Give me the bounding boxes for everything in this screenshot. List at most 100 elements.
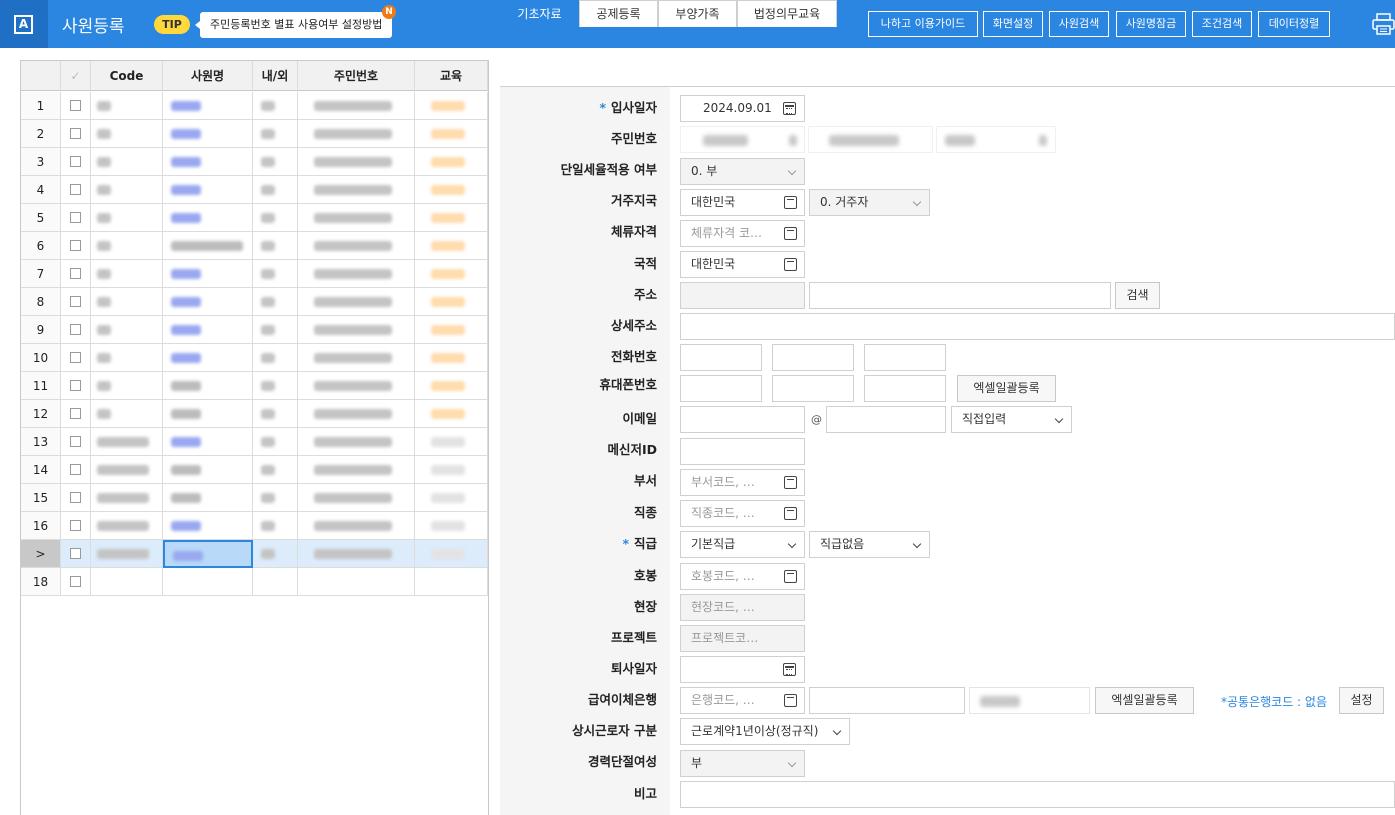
row-checkbox[interactable] [70, 380, 81, 391]
grid-cell[interactable] [298, 176, 415, 204]
email-id-field[interactable] [680, 406, 805, 433]
resident-no-field-3[interactable] [936, 126, 1056, 153]
grid-cell[interactable] [253, 176, 298, 204]
screen-settings-button[interactable]: 화면설정 [983, 11, 1043, 37]
grid-cell[interactable] [415, 232, 488, 260]
grid-cell[interactable] [415, 456, 488, 484]
row-checkbox-cell[interactable] [61, 568, 91, 596]
grid-cell[interactable] [91, 204, 163, 232]
row-checkbox[interactable] [70, 296, 81, 307]
grid-cell[interactable] [91, 428, 163, 456]
phone-field-3[interactable] [864, 344, 946, 371]
grid-cell[interactable] [415, 260, 488, 288]
phone-field-1[interactable] [680, 344, 762, 371]
grid-cell[interactable] [253, 148, 298, 176]
grid-cell[interactable] [415, 400, 488, 428]
grid-cell[interactable] [163, 232, 253, 260]
grid-cell[interactable] [415, 176, 488, 204]
grid-cell[interactable] [415, 484, 488, 512]
career-break-select[interactable]: 부 [680, 750, 805, 777]
grid-cell[interactable] [163, 204, 253, 232]
row-checkbox-cell[interactable] [61, 484, 91, 512]
grid-cell[interactable] [415, 92, 488, 120]
row-checkbox-cell[interactable] [61, 176, 91, 204]
tip-bubble[interactable]: 주민등록번호 별표 사용여부 설정방법 [194, 12, 393, 38]
grid-cell[interactable] [163, 316, 253, 344]
app-logo[interactable]: A [0, 0, 48, 48]
row-checkbox-cell[interactable] [61, 456, 91, 484]
calendar-icon[interactable] [783, 663, 796, 676]
grid-cell[interactable] [298, 120, 415, 148]
row-checkbox[interactable] [70, 324, 81, 335]
grid-cell[interactable] [163, 176, 253, 204]
code-help-icon[interactable] [784, 476, 797, 489]
grid-cell[interactable] [163, 92, 253, 120]
grid-cell[interactable] [91, 540, 163, 568]
grid-cell[interactable] [298, 428, 415, 456]
account-holder-field[interactable] [969, 687, 1090, 714]
grid-cell[interactable] [253, 344, 298, 372]
row-checkbox[interactable] [70, 520, 81, 531]
messenger-field[interactable] [680, 438, 805, 465]
grid-cell[interactable] [91, 92, 163, 120]
row-checkbox[interactable] [70, 548, 81, 559]
user-guide-button[interactable]: 나하고 이용가이드 [868, 11, 978, 37]
column-header-training[interactable]: 교육 [415, 61, 488, 91]
grid-cell[interactable] [163, 456, 253, 484]
grid-cell[interactable] [163, 484, 253, 512]
row-checkbox-cell[interactable] [61, 540, 91, 568]
grid-cell[interactable] [253, 92, 298, 120]
resident-no-field-1[interactable] [680, 126, 805, 153]
grid-cell[interactable] [253, 428, 298, 456]
resign-date-field[interactable] [680, 656, 805, 683]
tip-badge[interactable]: TIP [154, 15, 190, 34]
flat-tax-select[interactable]: 0. 부 [680, 158, 805, 185]
grid-cell[interactable] [298, 344, 415, 372]
grid-cell[interactable] [91, 288, 163, 316]
grid-cell[interactable] [298, 400, 415, 428]
department-field[interactable]: 부서코드, … [680, 469, 805, 496]
condition-search-button[interactable]: 조건검색 [1192, 11, 1252, 37]
grid-cell[interactable] [298, 92, 415, 120]
grid-cell[interactable] [298, 540, 415, 568]
row-checkbox-cell[interactable] [61, 232, 91, 260]
grid-cell[interactable] [91, 484, 163, 512]
grid-cell[interactable] [91, 120, 163, 148]
grid-cell[interactable] [298, 316, 415, 344]
tab-legal-training[interactable]: 법정의무교육 [737, 0, 837, 27]
address-detail-field[interactable] [680, 313, 1395, 340]
grid-cell[interactable] [91, 176, 163, 204]
row-checkbox-cell[interactable] [61, 148, 91, 176]
row-checkbox[interactable] [70, 352, 81, 363]
grid-cell[interactable] [91, 512, 163, 540]
grid-cell[interactable] [91, 400, 163, 428]
grid-cell[interactable] [163, 120, 253, 148]
row-checkbox-cell[interactable] [61, 512, 91, 540]
code-help-icon[interactable] [784, 570, 797, 583]
job-type-field[interactable]: 직종코드, … [680, 500, 805, 527]
row-checkbox[interactable] [70, 268, 81, 279]
grid-cell[interactable] [163, 372, 253, 400]
row-checkbox[interactable] [70, 100, 81, 111]
grid-cell[interactable] [91, 344, 163, 372]
grid-cell[interactable] [298, 456, 415, 484]
data-sort-button[interactable]: 데이터정렬 [1258, 11, 1330, 37]
note-field[interactable] [680, 781, 1395, 808]
grid-cell[interactable] [253, 288, 298, 316]
grid-cell[interactable] [298, 288, 415, 316]
tab-dependents[interactable]: 부양가족 [658, 0, 737, 27]
grid-cell[interactable] [298, 484, 415, 512]
grid-cell[interactable] [253, 484, 298, 512]
grid-cell[interactable] [415, 344, 488, 372]
select-all-checkbox[interactable]: ✓ [61, 61, 91, 91]
grid-cell[interactable] [163, 344, 253, 372]
row-checkbox-cell[interactable] [61, 260, 91, 288]
row-checkbox[interactable] [70, 184, 81, 195]
grid-cell[interactable] [163, 400, 253, 428]
grid-cell[interactable] [298, 148, 415, 176]
grid-cell[interactable] [253, 512, 298, 540]
grid-cell[interactable] [253, 540, 298, 568]
printer-icon[interactable] [1372, 13, 1395, 35]
zipcode-field[interactable] [680, 282, 805, 309]
row-checkbox-cell[interactable] [61, 92, 91, 120]
